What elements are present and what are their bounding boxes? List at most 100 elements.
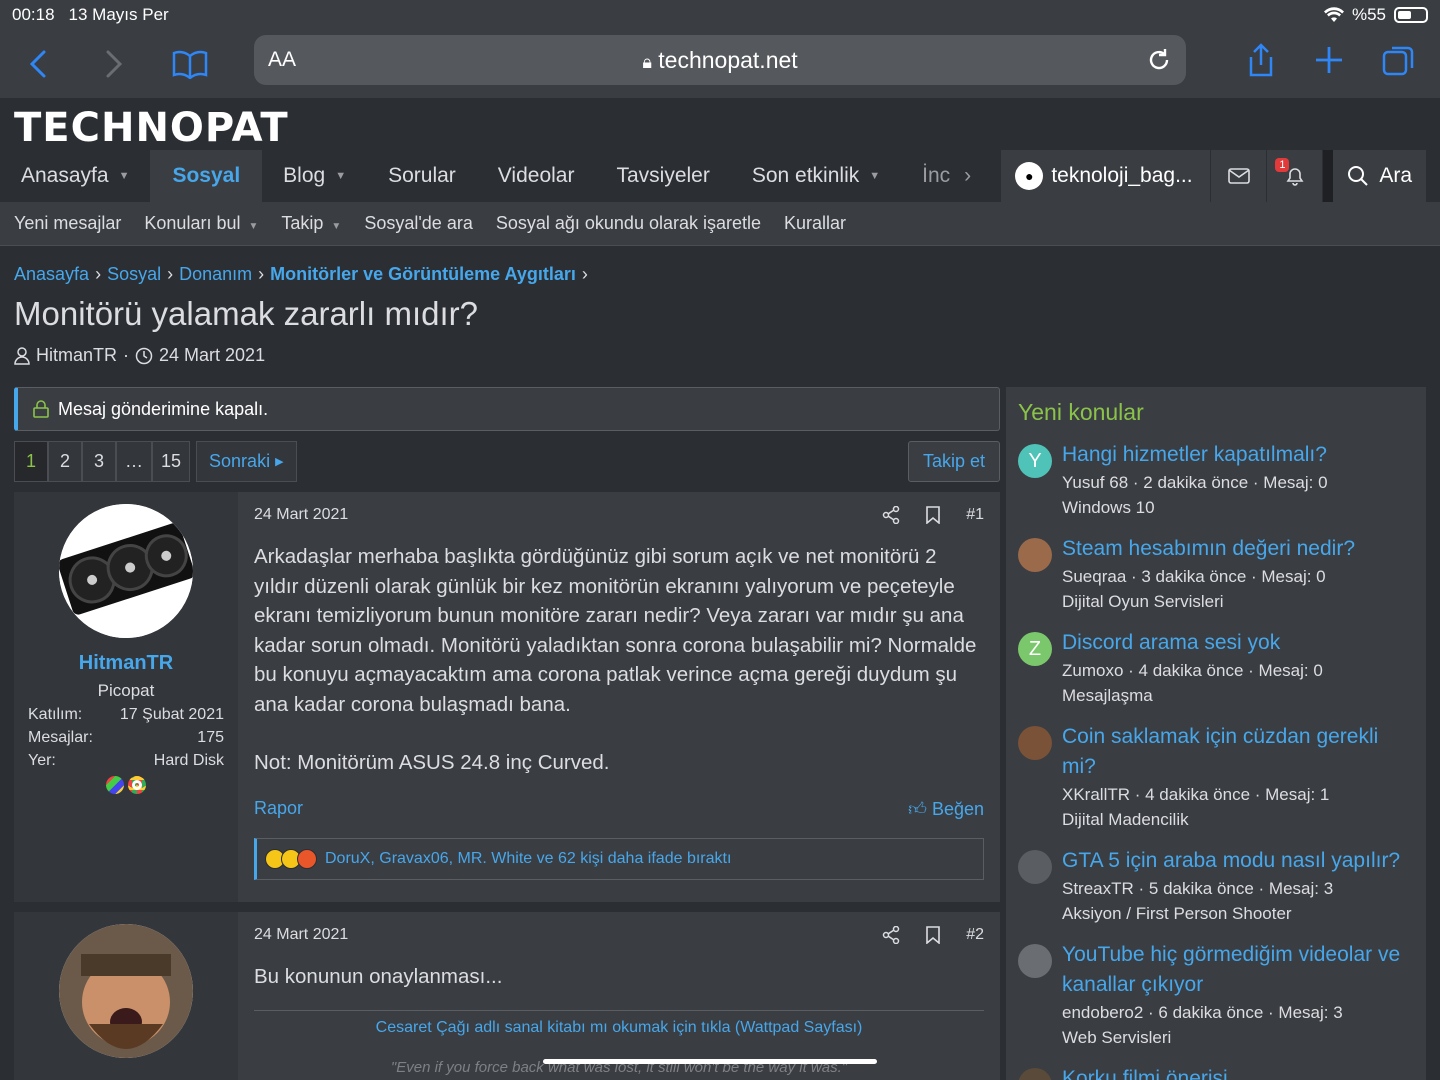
chevron-down-icon[interactable]: ▼ [335,170,346,182]
reload-icon[interactable] [1146,47,1172,73]
status-time: 00:18 [12,5,55,24]
avatar[interactable]: Z [1018,632,1052,666]
sidebar-thread-forum[interactable]: Mesajlaşma [1062,683,1323,708]
tab-anasayfa[interactable]: Anasayfa ▼ [0,150,150,202]
chevron-down-icon: ▼ [248,221,259,232]
share-icon[interactable] [1246,42,1276,78]
avatar[interactable] [1018,538,1052,572]
breadcrumb-item[interactable]: Donanım [179,264,252,285]
share-icon[interactable] [882,926,900,944]
address-bar[interactable]: AA 🔒︎ technopat.net [254,35,1186,85]
sidebar-thread-item[interactable]: Coin saklamak için cüzdan gerekli mi? XKr… [1018,722,1414,832]
sidebar-thread-title[interactable]: Hangi hizmetler kapatılmalı? [1062,440,1328,470]
sidebar-thread-forum[interactable]: Windows 10 [1062,495,1328,520]
avatar[interactable] [59,924,193,1058]
post-number[interactable]: #1 [966,506,984,524]
post-note: Not: Monitörüm ASUS 24.8 inç Curved. [254,751,610,774]
chevron-right-icon[interactable]: › [964,164,971,188]
sidebar-thread-meta: endobero2 · 6 dakika önce · Mesaj: 3 [1062,1003,1343,1022]
home-indicator[interactable] [543,1059,877,1064]
sidebar-thread-title[interactable]: Coin saklamak için cüzdan gerekli mi? [1062,722,1414,782]
tab-son-etkinlik[interactable]: Son etkinlik ▼ [731,150,901,202]
inbox-button[interactable] [1211,150,1268,202]
page-jump[interactable]: … [116,441,152,482]
page-link[interactable]: 15 [152,441,191,482]
new-tab-icon[interactable] [1314,42,1344,78]
sidebar-thread-forum[interactable]: Dijital Oyun Servisleri [1062,589,1355,614]
subnav-mark-read[interactable]: Sosyal ağı okundu olarak işaretle [496,213,761,234]
sidebar-thread-forum[interactable]: Web Servisleri [1062,1025,1414,1050]
report-link[interactable]: Rapor [254,798,303,820]
reactions-bar[interactable]: DoruX, Gravax06, MR. White ve 62 kişi da… [254,837,984,880]
share-icon[interactable] [882,506,900,524]
sidebar-thread-title[interactable]: YouTube hiç görmediğim videolar ve kanal… [1062,940,1414,1000]
post-date[interactable]: 24 Mart 2021 [254,506,348,524]
sidebar-thread-forum[interactable]: Aksiyon / First Person Shooter [1062,901,1400,926]
sidebar-thread-item[interactable]: Korku filmi önerisi [1018,1064,1414,1080]
chevron-down-icon[interactable]: ▼ [869,170,880,182]
sidebar-thread-title[interactable]: Discord arama sesi yok [1062,628,1323,658]
bookmarks-icon[interactable] [170,44,210,84]
tab-videolar[interactable]: Videolar [477,150,596,202]
follow-button[interactable]: Takip et [907,441,1000,482]
tabs-overview-icon[interactable] [1382,42,1416,78]
thread-author[interactable]: HitmanTR [36,345,117,366]
sidebar-thread-item[interactable]: GTA 5 için araba modu nasıl yapılır? Stre… [1018,846,1414,926]
post-number[interactable]: #2 [966,926,984,944]
post-username[interactable]: HitmanTR [28,652,224,675]
reader-text-size-button[interactable]: AA [268,48,296,72]
search-button[interactable]: Ara [1333,150,1426,202]
chevron-down-icon[interactable]: ▼ [119,170,130,182]
subnav-rules[interactable]: Kurallar [784,213,846,234]
thread-date[interactable]: 24 Mart 2021 [159,345,265,366]
bookmark-icon[interactable] [926,506,941,524]
avatar[interactable]: Y [1018,444,1052,478]
subnav-find-threads[interactable]: Konuları bul ▼ [144,213,258,234]
post-body: 24 Mart 2021 #2 Bu konunun onaylanması..… [238,912,1000,1080]
site-logo[interactable]: TECHNOPAT [14,106,1426,150]
subnav-watched[interactable]: Takip ▼ [281,213,341,234]
breadcrumb-item[interactable]: Anasayfa [14,264,89,285]
bookmark-icon[interactable] [926,926,941,944]
sidebar-thread-title[interactable]: Korku filmi önerisi [1062,1064,1228,1080]
post-body: 24 Mart 2021 #1 Arkadaşlar merhaba başlı… [238,492,1000,902]
sidebar-thread-item[interactable]: YouTube hiç görmediğim videolar ve kanal… [1018,940,1414,1050]
envelope-icon [1228,168,1250,184]
sidebar-thread-title[interactable]: Steam hesabımın değeri nedir? [1062,534,1355,564]
like-button[interactable]: 👍︎ Beğen [908,798,984,820]
alerts-button[interactable]: 1 [1267,150,1324,202]
sidebar-thread-item[interactable]: Y Hangi hizmetler kapatılmalı? Yusuf 68 · … [1018,440,1414,520]
sidebar-thread-forum[interactable]: Dijital Madencilik [1062,807,1414,832]
page-link[interactable]: 1 [14,441,48,482]
account-menu[interactable]: ● teknoloji_bag... [1001,150,1212,202]
page-link[interactable]: 3 [82,441,116,482]
sidebar-thread-item[interactable]: Z Discord arama sesi yok Zumoxo · 4 dakika… [1018,628,1414,708]
tab-sorular[interactable]: Sorular [367,150,477,202]
tab-blog[interactable]: Blog ▼ [262,150,367,202]
forward-button[interactable] [94,44,134,84]
sidebar-thread-meta: Zumoxo · 4 dakika önce · Mesaj: 0 [1062,661,1323,680]
sidebar-thread-title[interactable]: GTA 5 için araba modu nasıl yapılır? [1062,846,1400,876]
signature-link[interactable]: Cesaret Çağı adlı sanal kitabı mı okumak… [254,1009,984,1037]
subnav-new-posts[interactable]: Yeni mesajlar [14,213,121,234]
page-link[interactable]: 2 [48,441,82,482]
site-header: TECHNOPAT Anasayfa ▼ Sosyal Blog ▼ Sorular… [0,98,1440,202]
avatar[interactable] [1018,1068,1052,1080]
post-date[interactable]: 24 Mart 2021 [254,926,348,944]
sidebar-thread-item[interactable]: Steam hesabımın değeri nedir? Sueqraa · 3… [1018,534,1414,614]
tab-sosyal[interactable]: Sosyal [150,150,263,202]
next-page-button[interactable]: Sonraki ▶ [196,441,297,482]
breadcrumb-item[interactable]: Monitörler ve Görüntüleme Aygıtları [270,264,576,285]
tab-tavsiyeler[interactable]: Tavsiyeler [595,150,730,202]
tab-inc[interactable]: İnc › [901,150,992,202]
avatar[interactable] [1018,944,1052,978]
avatar[interactable] [1018,726,1052,760]
avatar[interactable] [1018,850,1052,884]
sub-nav: Yeni mesajlar Konuları bul ▼ Takip ▼ Sosya… [0,202,1440,246]
subnav-search-forum[interactable]: Sosyal'de ara [364,213,473,234]
avatar[interactable] [59,504,193,638]
back-button[interactable] [18,44,58,84]
breadcrumb-item[interactable]: Sosyal [107,264,161,285]
sidebar-thread-meta: StreaxTR · 5 dakika önce · Mesaj: 3 [1062,879,1334,898]
reactions-text[interactable]: DoruX, Gravax06, MR. White ve 62 kişi da… [325,850,731,868]
